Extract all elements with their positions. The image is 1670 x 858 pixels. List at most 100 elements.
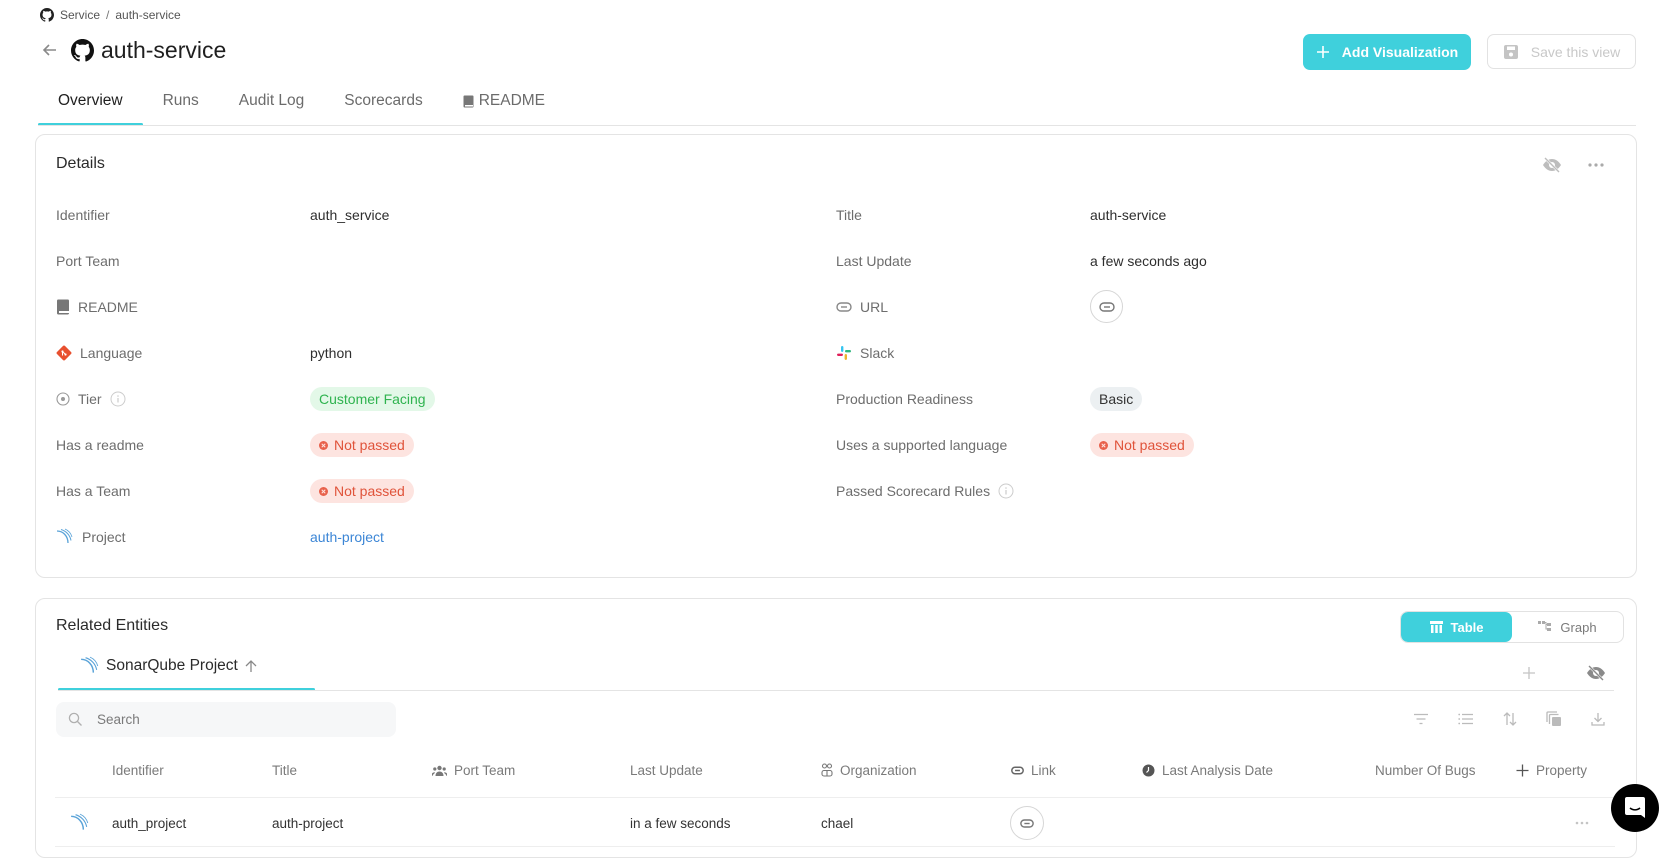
detail-label: URL [860, 299, 889, 315]
tab-runs[interactable]: Runs [143, 86, 219, 126]
detail-row-project: Project [56, 525, 126, 549]
copy-button[interactable] [1543, 708, 1565, 730]
detail-row-supported-language: Uses a supported language [836, 433, 1007, 457]
info-icon[interactable] [110, 391, 126, 407]
title-value: auth-service [1090, 207, 1167, 223]
last-update-value: a few seconds ago [1090, 253, 1207, 269]
list-icon [1458, 713, 1473, 725]
github-icon [71, 39, 94, 62]
related-tabs-divider [58, 690, 1614, 691]
link-icon [1011, 766, 1024, 774]
project-link[interactable]: auth-project [310, 529, 384, 545]
hide-related-button[interactable] [1585, 662, 1607, 684]
sonarqube-icon [71, 813, 89, 830]
breadcrumb-service[interactable]: Service [60, 8, 100, 22]
graph-view-label: Graph [1560, 619, 1597, 635]
column-header-last-update[interactable]: Last Update [630, 760, 703, 780]
save-view-button[interactable]: Save this view [1487, 34, 1636, 69]
sort-icon [1503, 712, 1517, 726]
tab-audit-log[interactable]: Audit Log [219, 86, 325, 126]
tab-sonarqube-project[interactable]: SonarQube Project [58, 651, 315, 691]
add-visualization-label: Add Visualization [1341, 44, 1459, 60]
column-label: Property [1536, 762, 1588, 778]
detail-row-production-readiness: Production Readiness [836, 387, 973, 411]
row-title-link[interactable]: auth-project [272, 813, 343, 833]
download-icon [1591, 713, 1605, 726]
detail-label: Production Readiness [836, 391, 973, 407]
page-tabs: Overview Runs Audit Log Scorecards READM… [38, 86, 565, 126]
detail-label: Title [836, 207, 862, 223]
tab-scorecards[interactable]: Scorecards [324, 86, 442, 126]
tab-readme[interactable]: README [443, 86, 565, 126]
column-label: Link [1031, 762, 1056, 778]
status-text: Not passed [1114, 437, 1185, 453]
detail-label: Language [80, 345, 143, 361]
group-by-button[interactable] [1455, 708, 1477, 730]
language-value: python [310, 345, 353, 361]
search-field [56, 702, 396, 737]
breadcrumb: Service / auth-service [40, 6, 181, 24]
add-visualization-button[interactable]: Add Visualization [1303, 34, 1471, 70]
radio-icon [56, 392, 70, 406]
search-input[interactable] [95, 711, 375, 728]
add-property-column-button[interactable]: Property [1516, 760, 1587, 780]
arrow-left-icon [42, 44, 56, 56]
row-actions-button[interactable] [1571, 812, 1593, 834]
eye-off-icon [1587, 665, 1605, 681]
tab-label: README [478, 92, 546, 109]
sonarqube-icon [81, 656, 99, 673]
detail-row-slack: Slack [836, 341, 894, 365]
row-identifier-link[interactable]: auth_project [112, 813, 186, 833]
save-icon [1503, 44, 1518, 59]
detail-label: Identifier [56, 207, 110, 223]
column-header-link[interactable]: Link [1011, 760, 1056, 780]
related-tab-label: SonarQube Project [106, 657, 238, 674]
back-button[interactable] [40, 40, 60, 60]
status-text: Not passed [334, 483, 405, 499]
detail-row-identifier: Identifier [56, 203, 110, 227]
detail-label: Slack [860, 345, 895, 361]
x-circle-icon [319, 486, 328, 496]
chat-widget-button[interactable] [1611, 784, 1659, 832]
table-view-button[interactable]: Table [1401, 612, 1512, 642]
column-label: Port Team [454, 762, 516, 778]
hide-widget-button[interactable] [1541, 154, 1563, 176]
status-text: Not passed [334, 437, 405, 453]
row-link-button[interactable] [1010, 806, 1044, 840]
column-header-identifier[interactable]: Identifier [112, 760, 164, 780]
book-icon [57, 299, 69, 315]
column-label: Number Of Bugs [1375, 762, 1476, 778]
column-label: Last Analysis Date [1162, 762, 1274, 778]
column-header-organization[interactable]: Organization [821, 760, 917, 780]
filter-button[interactable] [1410, 708, 1432, 730]
detail-row-tier: Tier [56, 387, 126, 411]
plus-icon [1523, 667, 1535, 679]
export-button[interactable] [1587, 708, 1609, 730]
eye-off-icon [1543, 157, 1561, 173]
detail-row-has-readme: Has a readme [56, 433, 144, 457]
status-badge: Not passed [1090, 433, 1194, 457]
tab-overview[interactable]: Overview [38, 86, 143, 126]
more-options-button[interactable] [1585, 154, 1607, 176]
column-header-number-of-bugs[interactable]: Number Of Bugs [1375, 760, 1476, 780]
detail-row-port-team: Port Team [56, 249, 120, 273]
row-organization: chael [821, 815, 854, 831]
column-header-title[interactable]: Title [272, 760, 297, 780]
add-relation-button[interactable] [1518, 662, 1540, 684]
column-label: Title [272, 762, 298, 778]
slack-icon [837, 346, 851, 360]
detail-row-title: Title [836, 203, 862, 227]
detail-label: Has a Team [56, 483, 131, 499]
graph-view-button[interactable]: Graph [1512, 612, 1623, 642]
column-header-last-analysis-date[interactable]: Last Analysis Date [1142, 760, 1273, 780]
detail-row-has-team: Has a Team [56, 479, 130, 503]
info-icon[interactable] [998, 483, 1014, 499]
plus-icon [1516, 764, 1529, 776]
git-icon [56, 345, 72, 361]
url-link-button[interactable] [1090, 290, 1123, 323]
row-last-update: in a few seconds [630, 815, 731, 831]
column-header-port-team[interactable]: Port Team [432, 760, 515, 780]
sort-button[interactable] [1499, 708, 1521, 730]
table-icon [1429, 621, 1443, 633]
more-horizontal-icon [1575, 821, 1589, 825]
